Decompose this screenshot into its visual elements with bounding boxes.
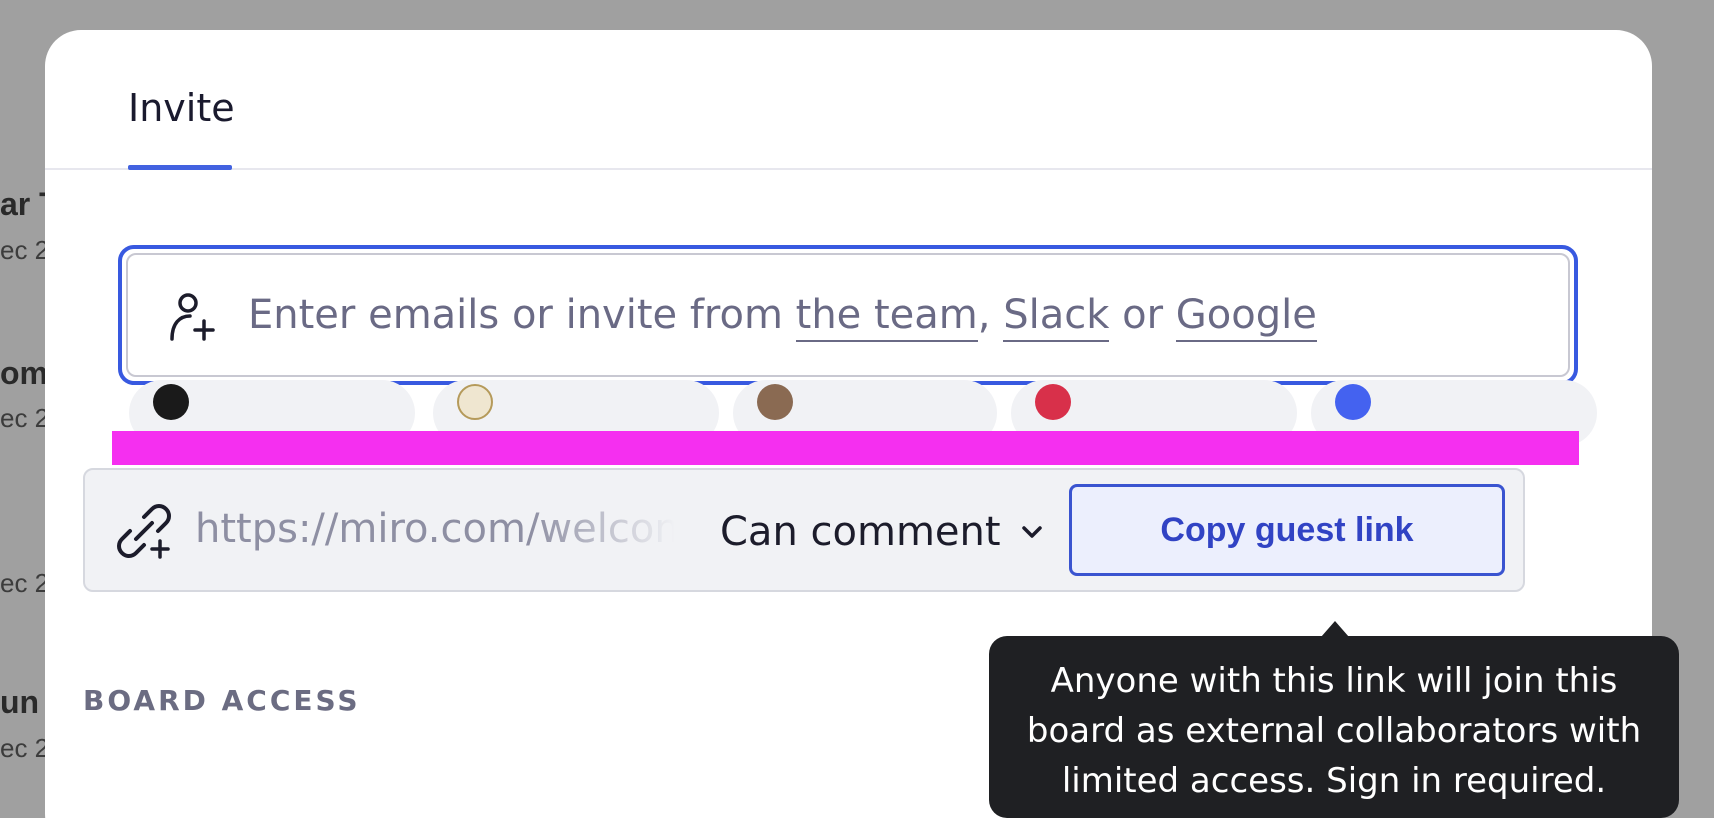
avatar	[1335, 384, 1371, 420]
copy-guest-link-button[interactable]: Copy guest link	[1069, 484, 1505, 576]
invite-team-link[interactable]: the team	[795, 292, 978, 342]
copy-link-tooltip: Anyone with this link will join this boa…	[989, 636, 1679, 818]
share-link-row: https://miro.com/welcome Can comment Cop…	[83, 468, 1525, 592]
avatar	[1035, 384, 1071, 420]
invite-slack-link[interactable]: Slack	[1003, 292, 1110, 342]
person-add-icon	[170, 293, 215, 341]
link-permission-select[interactable]: Can comment	[720, 504, 1043, 560]
placeholder-text: Enter emails or invite from	[248, 292, 796, 338]
placeholder-separator: or	[1109, 292, 1176, 338]
board-access-heading: BOARD ACCESS	[83, 684, 361, 717]
bg-item-title: un	[0, 684, 40, 720]
bg-item-date: ec 2	[0, 403, 50, 433]
tooltip-arrow	[1321, 621, 1349, 637]
redaction-bar	[112, 431, 1579, 465]
permission-label: Can comment	[720, 509, 1001, 555]
avatar	[757, 384, 793, 420]
bg-item-date: ec 2	[0, 568, 50, 598]
link-add-icon	[117, 504, 171, 559]
email-invite-input[interactable]: Enter emails or invite from the team, Sl…	[118, 245, 1578, 385]
avatar	[457, 384, 493, 420]
tab-invite[interactable]: Invite	[128, 86, 235, 170]
placeholder-separator: ,	[977, 292, 1004, 338]
tab-active-indicator	[128, 165, 232, 170]
bg-item-date: ec 2	[0, 733, 50, 763]
email-placeholder: Enter emails or invite from the team, Sl…	[248, 292, 1317, 342]
share-link-url[interactable]: https://miro.com/welcome	[195, 506, 675, 562]
bg-item-date: ec 2	[0, 235, 50, 265]
chevron-down-icon	[1021, 526, 1042, 538]
modal-tabs: Invite	[45, 30, 1652, 170]
avatar	[153, 384, 189, 420]
invite-google-link[interactable]: Google	[1175, 292, 1317, 342]
email-invite-field[interactable]: Enter emails or invite from the team, Sl…	[126, 253, 1570, 377]
